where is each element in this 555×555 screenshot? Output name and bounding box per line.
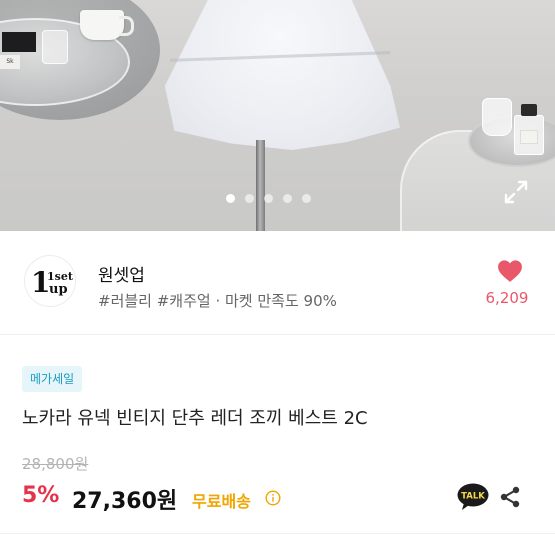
bottom-divider (0, 533, 555, 534)
like-count: 6,209 (485, 289, 529, 307)
kakao-talk-icon[interactable]: TALK (456, 483, 490, 511)
gallery-dot[interactable] (226, 194, 235, 203)
logo-text-bottom: up (49, 282, 68, 297)
product-image-gallery[interactable]: Sk (0, 0, 555, 231)
sale-badge: 메가세일 (22, 366, 83, 392)
drinking-glass (42, 30, 68, 64)
shop-name[interactable]: 원셋업 (98, 261, 145, 286)
discount-rate: 5% (22, 483, 60, 508)
gallery-dot[interactable] (245, 194, 254, 203)
free-shipping-label: 무료배송 (192, 492, 251, 511)
share-icon[interactable] (498, 485, 522, 509)
talk-label: TALK (461, 492, 485, 502)
shop-tags: #러블리 #캐주얼 · 마켓 만족도 90% (98, 292, 337, 310)
white-dress (164, 0, 400, 150)
black-box (2, 32, 36, 52)
heart-icon[interactable] (497, 259, 523, 283)
gallery-dot[interactable] (302, 194, 311, 203)
expand-arrows-icon[interactable] (503, 179, 529, 205)
info-icon[interactable] (265, 490, 281, 506)
sale-price: 27,360원 (72, 489, 178, 514)
hanger-pole (256, 140, 265, 231)
shop-info-row[interactable]: 1 1set up 원셋업 #러블리 #캐주얼 · 마켓 만족도 90% 6,2… (0, 231, 555, 335)
shop-logo[interactable]: 1 1set up (24, 255, 76, 307)
perfume-label (520, 130, 538, 144)
product-title: 노카라 유넥 빈티지 단추 레더 조끼 베스트 2C (22, 408, 368, 429)
glass-jar (482, 98, 512, 136)
gallery-dot[interactable] (283, 194, 292, 203)
gallery-pagination (226, 194, 311, 203)
gallery-dot[interactable] (264, 194, 273, 203)
coffee-cup (80, 10, 134, 40)
original-price: 28,800원 (22, 455, 89, 473)
small-card: Sk (0, 55, 20, 69)
